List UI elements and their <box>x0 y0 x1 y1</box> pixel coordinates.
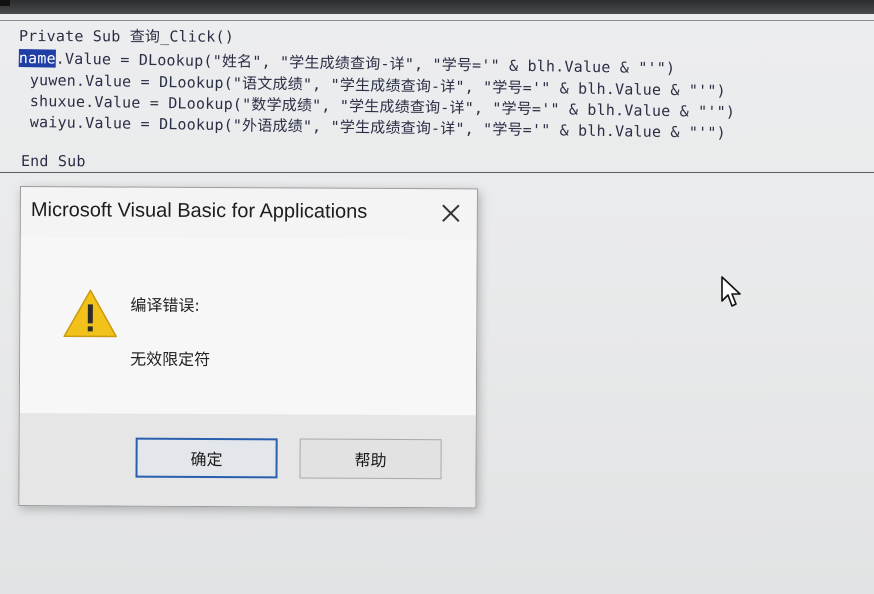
ok-button[interactable]: 确定 <box>135 437 278 479</box>
window-top-edge <box>0 0 874 14</box>
code-line-end-sub[interactable]: End Sub <box>21 152 86 170</box>
error-title-text: 编译错误: <box>130 295 200 315</box>
dialog-title: Microsoft Visual Basic for Applications <box>30 199 368 223</box>
procedure-separator <box>0 172 874 173</box>
editor-top-border <box>0 20 874 21</box>
dialog-body: 编译错误: 无效限定符 <box>19 237 477 416</box>
code-line-sub-declaration[interactable]: Private Sub 查询_Click() <box>19 25 234 47</box>
warning-icon <box>63 289 117 338</box>
close-icon[interactable] <box>437 199 465 227</box>
error-detail-text: 无效限定符 <box>130 349 211 369</box>
mouse-pointer-icon <box>721 276 741 307</box>
help-button[interactable]: 帮助 <box>299 438 442 480</box>
window-icon <box>0 0 10 6</box>
selected-identifier[interactable]: name <box>18 48 56 68</box>
dialog-footer: 确定 帮助 <box>19 413 476 508</box>
error-dialog: Microsoft Visual Basic for Applications … <box>18 186 478 509</box>
